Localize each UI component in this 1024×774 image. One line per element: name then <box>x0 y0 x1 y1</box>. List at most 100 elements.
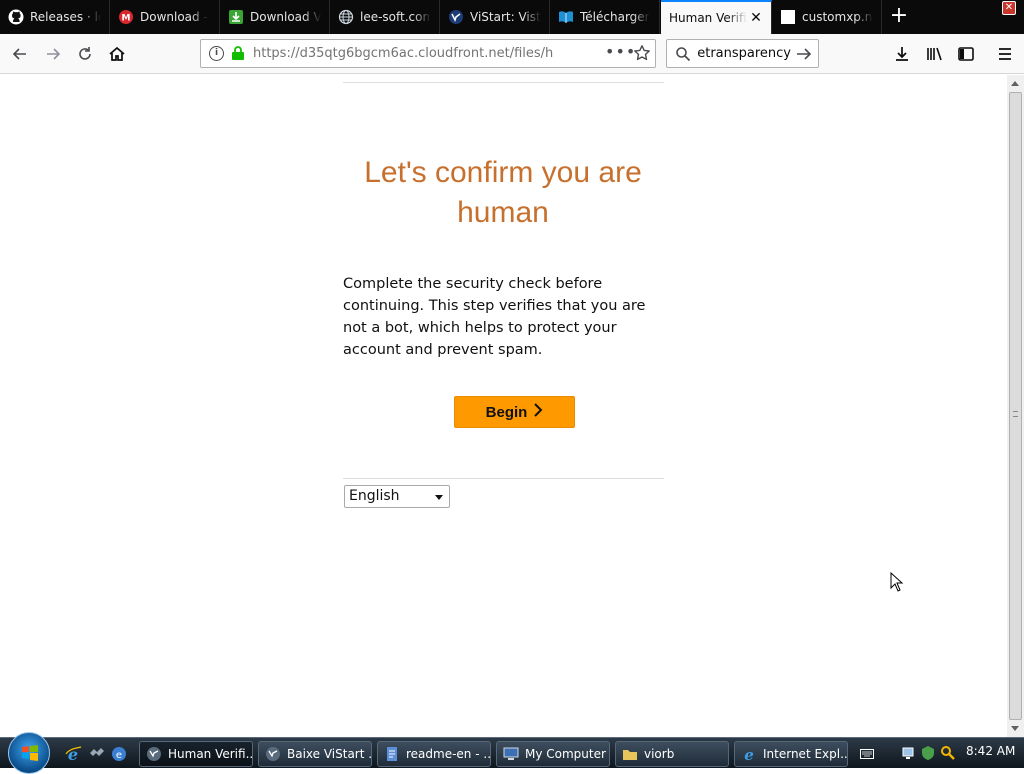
taskbar-item-label: Baixe ViStart ... <box>287 747 372 761</box>
download-arrow-icon <box>896 47 908 61</box>
top-divider <box>343 82 664 83</box>
svg-text:e: e <box>116 750 122 761</box>
scroll-down-arrow-icon[interactable] <box>1011 726 1019 731</box>
security-shield-icon[interactable] <box>920 745 936 761</box>
tab-label: Download V <box>250 10 321 24</box>
url-text: https://d35qtg6bgcm6ac.cloudfront.net/fi… <box>253 46 553 61</box>
taskbar-item-label: readme-en - ... <box>406 747 491 761</box>
keyboard-icon[interactable] <box>860 749 874 759</box>
grip-icon <box>1013 411 1018 417</box>
bookmark-star-icon[interactable] <box>633 44 651 66</box>
search-icon <box>675 46 691 66</box>
tab-label: Download - <box>140 10 208 24</box>
taskbar-item-label: Human Verifi... <box>168 747 253 761</box>
site-info-icon[interactable]: i <box>209 46 224 61</box>
tab-releases[interactable]: Releases · lee <box>0 0 110 34</box>
scroll-up-arrow-icon[interactable] <box>1011 81 1019 86</box>
chevron-right-icon <box>533 403 543 421</box>
github-icon <box>8 9 24 25</box>
taskbar-item-readme[interactable]: readme-en - ... <box>377 741 491 767</box>
tab-strip: Releases · lee M Download - Download V l… <box>0 0 1024 34</box>
tab-label: customxp.ne <box>802 10 873 24</box>
tab-download-v[interactable]: Download V <box>220 0 330 34</box>
taskbar: e e Human Verifi... Baixe ViStart ... re… <box>0 732 1024 774</box>
downloads-button[interactable] <box>890 42 914 66</box>
vistart-icon <box>448 9 464 25</box>
tab-lee-soft[interactable]: lee-soft.com <box>330 0 440 34</box>
begin-button[interactable]: Begin <box>454 396 575 428</box>
svg-text:e: e <box>744 746 754 762</box>
tab-label: ViStart: Vista <box>470 10 541 24</box>
taskbar-item-label: Internet Expl... <box>763 747 848 761</box>
url-bar[interactable]: i https://d35qtg6bgcm6ac.cloudfront.net/… <box>200 39 656 68</box>
window-close-icon[interactable]: ✕ <box>1002 1 1016 15</box>
scrollbar-thumb[interactable] <box>1009 92 1022 720</box>
network-icon[interactable] <box>902 746 918 762</box>
tab-label: Releases · lee <box>30 10 101 24</box>
sidebar-button[interactable] <box>954 42 978 66</box>
menu-button[interactable] <box>993 42 1017 66</box>
hamburger-menu-icon <box>999 48 1011 60</box>
page-content: Let's confirm you are human Complete the… <box>0 75 1007 737</box>
caret-down-icon <box>435 495 443 500</box>
close-tab-icon[interactable]: ✕ <box>749 11 763 25</box>
taskbar-item-internet-explorer[interactable]: e Internet Expl... <box>734 741 848 767</box>
page-actions-icon[interactable]: ••• <box>605 42 636 61</box>
taskbar-item-human-verification[interactable]: Human Verifi... <box>139 741 253 767</box>
tab-vistart[interactable]: ViStart: Vista <box>440 0 550 34</box>
internet-explorer-icon: e <box>744 746 754 762</box>
security-check-description: Complete the security check before conti… <box>343 276 646 358</box>
internet-explorer-icon[interactable]: e <box>64 745 82 763</box>
download-icon <box>228 9 244 25</box>
language-select-value: English <box>349 488 400 504</box>
taskbar-item-viorb[interactable]: viorb <box>615 741 729 767</box>
search-go-icon[interactable] <box>795 45 813 67</box>
bottom-divider <box>343 478 664 479</box>
mouse-cursor-icon <box>890 572 904 592</box>
begin-button-label: Begin <box>485 403 528 421</box>
tab-label: lee-soft.com <box>360 10 431 24</box>
language-select[interactable]: English <box>344 485 450 508</box>
tab-human-verification[interactable]: Human Verifi ✕ <box>661 0 772 34</box>
computer-icon <box>503 747 519 760</box>
forward-button[interactable] <box>41 42 65 66</box>
new-tab-icon[interactable]: + <box>886 4 912 30</box>
home-button[interactable] <box>105 42 129 66</box>
forward-arrow-icon <box>47 48 61 60</box>
search-input[interactable]: etransparency <box>697 46 791 61</box>
library-button[interactable] <box>922 42 946 66</box>
taskbar-item-label: My Computer <box>525 747 606 761</box>
back-button[interactable] <box>8 42 32 66</box>
switch-windows-icon[interactable] <box>88 745 106 763</box>
search-bar[interactable]: etransparency <box>666 39 819 68</box>
tab-label: Télécharger <box>580 10 650 24</box>
lock-icon[interactable] <box>231 45 245 65</box>
firefox-icon <box>147 747 161 761</box>
browser-quicklaunch-icon[interactable]: e <box>110 745 128 763</box>
windows-logo-icon <box>22 745 38 761</box>
search-tray-icon[interactable] <box>940 745 956 761</box>
taskbar-clock[interactable]: 8:42 AM <box>966 744 1015 758</box>
back-arrow-icon <box>12 48 26 60</box>
navigation-toolbar: i https://d35qtg6bgcm6ac.cloudfront.net/… <box>0 34 1024 74</box>
sidebar-icon <box>958 47 974 61</box>
page-title: Let's confirm you are human <box>364 156 642 229</box>
home-icon <box>109 46 125 61</box>
tab-telecharger[interactable]: Télécharger <box>550 0 660 34</box>
globe-icon <box>338 9 354 25</box>
taskbar-item-baixe-vistart[interactable]: Baixe ViStart ... <box>258 741 372 767</box>
library-icon <box>927 47 942 61</box>
reload-icon <box>79 47 91 60</box>
book-icon <box>558 9 574 25</box>
mega-icon: M <box>118 9 134 25</box>
vertical-scrollbar[interactable] <box>1007 75 1024 737</box>
taskbar-item-my-computer[interactable]: My Computer <box>496 741 610 767</box>
notepad-icon <box>387 747 397 761</box>
firefox-icon <box>266 747 280 761</box>
tab-download-mega[interactable]: M Download - <box>110 0 220 34</box>
reload-button[interactable] <box>73 42 97 66</box>
tab-label: Human Verifi <box>669 11 747 25</box>
tab-customxp[interactable]: customxp.ne <box>772 0 882 34</box>
svg-text:M: M <box>122 14 131 24</box>
blank-page-icon <box>780 9 796 25</box>
